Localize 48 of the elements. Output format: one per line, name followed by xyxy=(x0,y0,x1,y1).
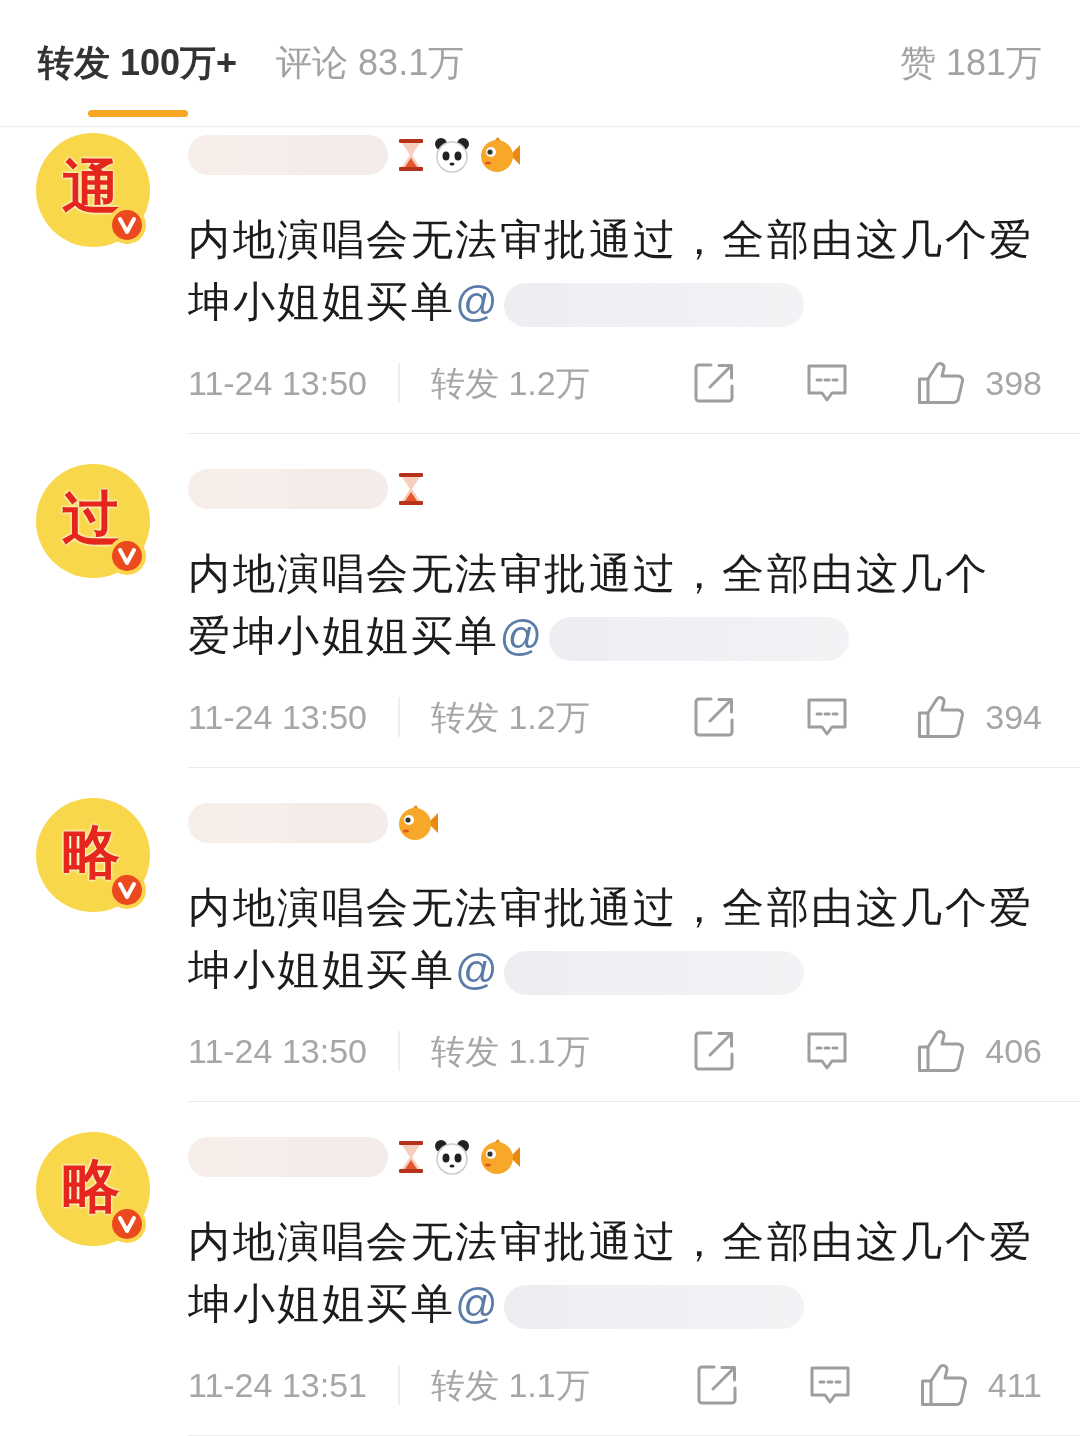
tab[interactable]: 评论 83.1万 xyxy=(276,0,465,126)
share-icon[interactable] xyxy=(695,1364,738,1406)
avatar-text: 略 xyxy=(62,823,121,886)
like-count: 406 xyxy=(985,1030,1042,1072)
comment-icon[interactable] xyxy=(808,1364,851,1406)
comment-icon[interactable] xyxy=(806,696,849,738)
like-count: 411 xyxy=(987,1364,1042,1406)
timestamp: 11-24 13:50 xyxy=(188,696,367,738)
repost-text: 内地演唱会无法审批通过，全部由这几个 爱坤小姐姐买单@ xyxy=(188,550,989,659)
like-count: 398 xyxy=(985,362,1042,404)
panda-icon xyxy=(434,1139,470,1175)
fish-icon xyxy=(480,1139,520,1175)
share-icon[interactable] xyxy=(693,1030,736,1072)
mention-link[interactable]: @ xyxy=(455,278,501,325)
share-icon[interactable] xyxy=(693,362,736,404)
fish-icon xyxy=(398,805,438,841)
avatar[interactable]: 过 xyxy=(36,464,150,578)
mention-link[interactable]: @ xyxy=(499,612,545,659)
avatar-text: 略 xyxy=(62,1157,121,1220)
timestamp: 11-24 13:51 xyxy=(188,1364,367,1406)
thumbs-up-icon[interactable] xyxy=(919,1363,968,1407)
comment-icon[interactable] xyxy=(806,1030,849,1072)
avatar-text: 过 xyxy=(62,489,121,552)
likes-tab[interactable]: 赞 181万 xyxy=(899,0,1042,126)
panda-icon xyxy=(434,137,470,173)
hourglass-icon xyxy=(398,139,424,171)
like-count: 394 xyxy=(985,696,1042,738)
repost-count: 转发 1.2万 xyxy=(430,362,590,404)
comment-icon[interactable] xyxy=(806,362,849,404)
share-icon[interactable] xyxy=(693,696,736,738)
avatar[interactable]: 通 xyxy=(36,133,150,247)
fish-icon xyxy=(480,137,520,173)
timestamp: 11-24 13:50 xyxy=(188,362,367,404)
mention-link[interactable]: @ xyxy=(455,1280,501,1327)
repost-count: 转发 1.2万 xyxy=(430,696,590,738)
hourglass-icon xyxy=(398,1141,424,1173)
avatar-text: 通 xyxy=(62,158,121,221)
thumbs-up-icon[interactable] xyxy=(917,1029,966,1073)
tab[interactable]: 转发 100万+ xyxy=(38,0,238,126)
avatar[interactable]: 略 xyxy=(36,798,150,912)
repost-count: 转发 1.1万 xyxy=(430,1030,590,1072)
timestamp: 11-24 13:50 xyxy=(188,1030,367,1072)
mention-link[interactable]: @ xyxy=(455,946,501,993)
thumbs-up-icon[interactable] xyxy=(917,695,966,739)
avatar[interactable]: 略 xyxy=(36,1132,150,1246)
thumbs-up-icon[interactable] xyxy=(917,361,966,405)
hourglass-icon xyxy=(398,473,424,505)
repost-count: 转发 1.1万 xyxy=(430,1364,590,1406)
